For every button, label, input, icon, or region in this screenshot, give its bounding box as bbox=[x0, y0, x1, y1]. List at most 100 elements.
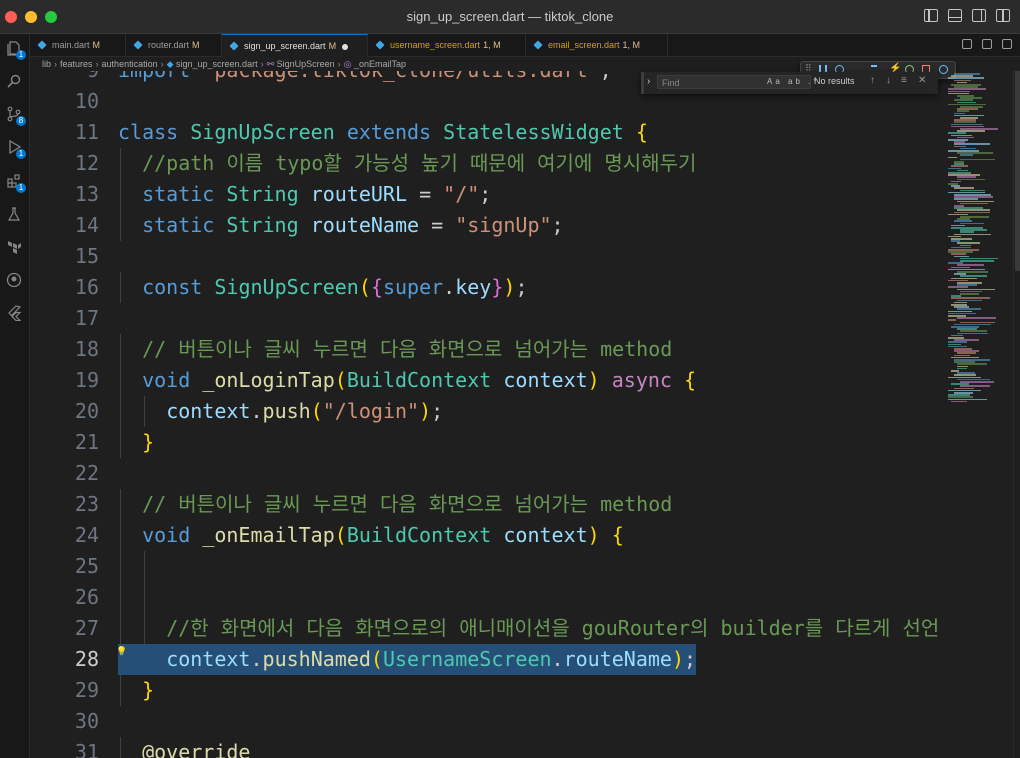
code-line[interactable]: 12 //path 이름 typo할 가능성 높기 때문에 여기에 명시해두기 bbox=[30, 148, 940, 179]
indent-guide bbox=[120, 520, 121, 551]
tab-router-dart[interactable]: router.dart M bbox=[126, 34, 222, 56]
code-line[interactable]: 27 //한 화면에서 다음 화면으로의 애니매이션을 gouRouter의 bu… bbox=[30, 613, 940, 644]
code-line[interactable]: 17 bbox=[30, 303, 940, 334]
minimap[interactable] bbox=[940, 71, 1012, 411]
vscode-window: sign_up_screen.dart — tiktok_clone 1 8 1… bbox=[0, 0, 1020, 758]
line-number: 26 bbox=[74, 585, 99, 609]
code-text: void _onLoginTap(BuildContext context) a… bbox=[142, 368, 697, 392]
vertical-scrollbar[interactable] bbox=[1013, 71, 1020, 758]
tab-main-dart[interactable]: main.dart M bbox=[30, 34, 126, 56]
customize-layout-icon[interactable] bbox=[996, 9, 1010, 22]
code-line[interactable]: 19 void _onLoginTap(BuildContext context)… bbox=[30, 365, 940, 396]
run-debug-badge: 1 bbox=[16, 149, 26, 159]
code-text: context.pushNamed(UsernameScreen.routeNa… bbox=[118, 644, 697, 675]
breadcrumb-class[interactable]: SignUpScreen bbox=[277, 59, 335, 69]
dart-file-icon bbox=[533, 40, 543, 50]
indent-guide bbox=[120, 737, 121, 758]
code-line[interactable]: 15 bbox=[30, 241, 940, 272]
minimap-line bbox=[960, 260, 994, 262]
search-icon[interactable] bbox=[6, 73, 22, 89]
indent-guide bbox=[120, 551, 121, 582]
line-number: 11 bbox=[74, 120, 99, 144]
code-line[interactable]: 21} bbox=[30, 427, 940, 458]
line-number: 12 bbox=[74, 151, 99, 175]
explorer-icon[interactable]: 1 bbox=[6, 40, 26, 60]
code-line[interactable]: 31 @override bbox=[30, 737, 940, 758]
code-line[interactable]: 28 context.pushNamed(UsernameScreen.route… bbox=[30, 644, 940, 675]
code-line[interactable]: 24 void _onEmailTap(BuildContext context)… bbox=[30, 520, 940, 551]
toggle-secondary-sidebar-icon[interactable] bbox=[972, 9, 986, 22]
code-text: import 'package:tiktok_clone/utils.dart'… bbox=[118, 71, 612, 86]
terraform-icon[interactable] bbox=[6, 239, 22, 255]
tab-sign-up-screen-dart[interactable]: sign_up_screen.dart M bbox=[222, 34, 368, 57]
toggle-primary-sidebar-icon[interactable] bbox=[924, 9, 938, 22]
class-symbol-icon: ⚯ bbox=[266, 59, 277, 69]
line-number: 28 bbox=[74, 647, 99, 671]
code-line[interactable]: 16 const SignUpScreen({super.key}); bbox=[30, 272, 940, 303]
drag-handle-icon[interactable]: ⠿ bbox=[805, 63, 814, 73]
github-icon[interactable] bbox=[6, 272, 22, 288]
code-line[interactable]: 23 // 버튼이나 글씨 누르면 다음 화면으로 넘어가는 method bbox=[30, 489, 940, 520]
next-match-icon[interactable]: ↓ bbox=[886, 75, 891, 86]
breadcrumb-item[interactable]: features bbox=[60, 59, 93, 69]
unsaved-dot-icon[interactable] bbox=[342, 43, 349, 50]
indent-guide bbox=[120, 365, 121, 396]
code-line[interactable]: 11 class SignUpScreen extends StatelessWi… bbox=[30, 117, 940, 148]
line-number: 21 bbox=[74, 430, 99, 454]
source-control-icon[interactable]: 8 bbox=[6, 106, 26, 126]
hot-reload-icon[interactable]: ⚡ bbox=[889, 63, 901, 74]
code-line[interactable]: 20 context.push("/login"); bbox=[30, 396, 940, 427]
previous-match-icon[interactable]: ↑ bbox=[870, 75, 875, 86]
breadcrumb-method[interactable]: _onEmailTap bbox=[354, 59, 406, 69]
source-control-badge: 8 bbox=[16, 116, 26, 126]
dart-file-icon bbox=[229, 41, 239, 51]
indent-guide bbox=[120, 334, 121, 365]
line-number: 17 bbox=[74, 306, 99, 330]
line-number: 27 bbox=[74, 616, 99, 640]
line-number: 23 bbox=[74, 492, 99, 516]
breadcrumb-item[interactable]: authentication bbox=[102, 59, 158, 69]
breadcrumb: lib › features › authentication › ◆ sign_up_sc… bbox=[42, 59, 407, 69]
code-line[interactable]: 26 bbox=[30, 582, 940, 613]
editor-actions bbox=[962, 39, 1012, 49]
code-text: void _onEmailTap(BuildContext context) { bbox=[142, 523, 624, 547]
code-line[interactable]: 22 bbox=[30, 458, 940, 489]
code-line[interactable]: 14 static String routeName = "signUp"; bbox=[30, 210, 940, 241]
minimap-line bbox=[948, 156, 957, 159]
tab-email-screen-dart[interactable]: email_screen.dart 1, M bbox=[526, 34, 668, 56]
toggle-panel-icon[interactable] bbox=[948, 9, 962, 22]
code-line[interactable]: 29} bbox=[30, 675, 940, 706]
extensions-icon[interactable]: 1 bbox=[6, 173, 26, 193]
lightbulb-icon[interactable]: 💡 bbox=[116, 637, 127, 668]
run-icon[interactable] bbox=[962, 39, 972, 49]
code-line[interactable]: 30 bbox=[30, 706, 940, 737]
title-bar: sign_up_screen.dart — tiktok_clone bbox=[0, 0, 1020, 34]
find-in-selection-icon[interactable]: ≡ bbox=[901, 75, 907, 86]
scrollbar-thumb[interactable] bbox=[1015, 71, 1020, 271]
testing-icon[interactable] bbox=[6, 206, 22, 222]
line-number: 14 bbox=[74, 213, 99, 237]
close-find-icon[interactable]: ✕ bbox=[918, 75, 926, 86]
split-editor-icon[interactable] bbox=[1002, 39, 1012, 49]
indent-guide bbox=[144, 551, 146, 582]
breadcrumb-item[interactable]: sign_up_screen.dart bbox=[176, 59, 258, 69]
code-line[interactable]: 13 static String routeURL = "/"; bbox=[30, 179, 940, 210]
run-debug-icon[interactable]: 1 bbox=[6, 139, 26, 159]
tab-username-screen-dart[interactable]: username_screen.dart 1, M bbox=[368, 34, 526, 56]
code-editor[interactable]: 9 import 'package:tiktok_clone/utils.dart… bbox=[30, 71, 940, 758]
indent-guide bbox=[120, 272, 121, 303]
toggle-replace-icon[interactable]: › bbox=[647, 76, 650, 87]
indent-guide bbox=[120, 148, 121, 179]
line-number: 20 bbox=[74, 399, 99, 423]
breadcrumb-item[interactable]: lib bbox=[42, 59, 51, 69]
code-line[interactable]: 18 // 버튼이나 글씨 누르면 다음 화면으로 넘어가는 method bbox=[30, 334, 940, 365]
line-number: 19 bbox=[74, 368, 99, 392]
code-line[interactable]: 25 bbox=[30, 551, 940, 582]
line-number: 22 bbox=[74, 461, 99, 485]
flutter-icon[interactable] bbox=[6, 305, 22, 322]
find-options[interactable]: Aa ab .* bbox=[767, 77, 819, 86]
compare-icon[interactable] bbox=[982, 39, 992, 49]
line-number: 25 bbox=[74, 554, 99, 578]
find-widget: › Find Aa ab .* No results ↑ ↓ ≡ ✕ bbox=[641, 72, 938, 94]
code-text: //path 이름 typo할 가능성 높기 때문에 여기에 명시해두기 bbox=[142, 151, 697, 175]
